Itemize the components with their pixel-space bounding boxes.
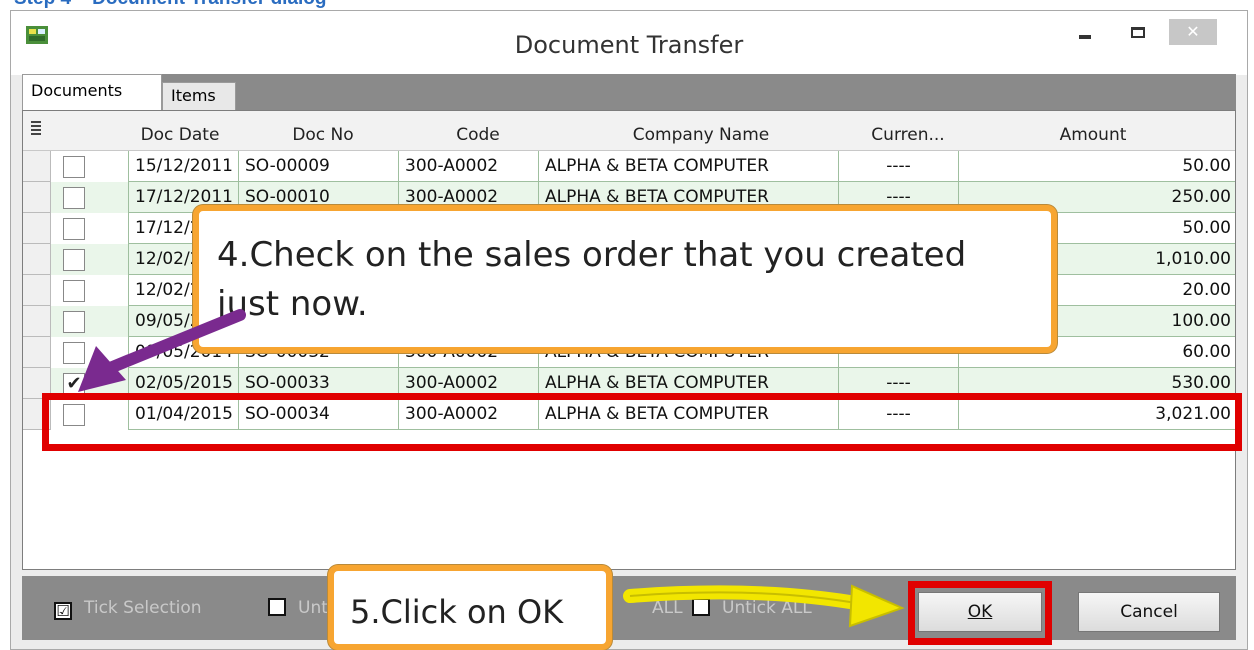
table-row[interactable]: ✔ 02/05/2015 SO-00033 300-A0002 ALPHA & BETA… (23, 368, 1235, 399)
callout-step-4: 4.Check on the sales order that you crea… (193, 205, 1057, 353)
ok-button[interactable]: OK (918, 592, 1042, 632)
cancel-button[interactable]: Cancel (1078, 592, 1220, 632)
page-heading: Step 4 – Document Transfer dialog (14, 0, 327, 10)
tick-selection-label: Tick Selection (84, 598, 202, 618)
title-bar: Document Transfer ✕ (11, 11, 1247, 75)
doc-no-cell: SO-00009 (238, 151, 398, 182)
cancel-label: Cancel (1120, 602, 1178, 622)
col-code[interactable]: Code (443, 125, 513, 145)
column-chooser-icon[interactable] (31, 121, 41, 137)
tick-all-label: ALL (652, 598, 683, 618)
row-selector[interactable] (23, 368, 51, 399)
tab-items[interactable]: Items (162, 82, 236, 110)
doc-no-cell: SO-00034 (238, 399, 398, 430)
row-checkbox[interactable] (63, 404, 85, 426)
company-name-cell: ALPHA & BETA COMPUTER (538, 399, 838, 430)
amount-cell: 3,021.00 (958, 399, 1235, 430)
close-button[interactable]: ✕ (1169, 19, 1217, 45)
row-checkbox[interactable] (63, 280, 85, 302)
table-row[interactable]: 01/04/2015 SO-00034 300-A0002 ALPHA & BETA … (23, 399, 1235, 430)
code-cell: 300-A0002 (398, 151, 538, 182)
row-checkbox[interactable] (63, 187, 85, 209)
minimize-icon (1079, 35, 1091, 39)
untick-all-option[interactable]: Untick ALL (692, 598, 812, 618)
code-cell: 300-A0002 (398, 368, 538, 399)
row-checkbox[interactable] (63, 218, 85, 240)
doc-no-cell: SO-00033 (238, 368, 398, 399)
row-checkbox[interactable] (63, 249, 85, 271)
code-cell: 300-A0002 (398, 399, 538, 430)
untick-all-checkbox-icon (692, 598, 710, 616)
row-selector[interactable] (23, 151, 51, 182)
row-checkbox[interactable] (63, 156, 85, 178)
amount-cell: 530.00 (958, 368, 1235, 399)
untick-all-label: Untick ALL (722, 598, 812, 618)
col-amount[interactable]: Amount (1053, 125, 1133, 145)
row-selector[interactable] (23, 182, 51, 213)
doc-date-cell: 02/05/2015 (128, 368, 238, 399)
amount-cell: 50.00 (958, 151, 1235, 182)
tab-bar: Documents Items (22, 74, 1236, 110)
callout-step-5: 5.Click on OK (328, 565, 612, 650)
doc-date-cell: 15/12/2011 (128, 151, 238, 182)
currency-cell: ---- (838, 151, 958, 182)
row-selector[interactable] (23, 244, 51, 275)
untick-selection-checkbox-icon (268, 598, 286, 616)
maximize-icon (1131, 26, 1145, 38)
row-selector[interactable] (23, 275, 51, 306)
close-icon: ✕ (1186, 24, 1200, 41)
maximize-button[interactable] (1124, 19, 1152, 45)
row-selector[interactable] (23, 337, 51, 368)
row-selector[interactable] (23, 399, 51, 430)
row-checkbox[interactable] (63, 342, 85, 364)
tick-selection-option[interactable]: ☑ Tick Selection (54, 598, 202, 620)
tick-all-option[interactable]: ALL (652, 598, 683, 618)
table-row[interactable]: 15/12/2011 SO-00009 300-A0002 ALPHA & BETA … (23, 151, 1235, 182)
doc-date-cell: 01/04/2015 (128, 399, 238, 430)
col-company-name[interactable]: Company Name (621, 125, 781, 145)
company-name-cell: ALPHA & BETA COMPUTER (538, 151, 838, 182)
bottom-bar: ☑Tick Selection Untick Selection ALL Unt… (22, 576, 1236, 640)
row-checkbox[interactable]: ✔ (63, 373, 85, 395)
ok-label: OK (967, 602, 993, 622)
tab-documents[interactable]: Documents (22, 74, 162, 110)
col-doc-date[interactable]: Doc Date (135, 125, 225, 145)
currency-cell: ---- (838, 399, 958, 430)
minimize-button[interactable] (1071, 19, 1099, 45)
tick-selection-checkbox-icon: ☑ (54, 602, 72, 620)
window-title: Document Transfer (514, 31, 744, 59)
col-currency[interactable]: Curren... (863, 125, 953, 145)
grid-header: Doc Date Doc No Code Company Name Curren… (23, 111, 1235, 151)
company-name-cell: ALPHA & BETA COMPUTER (538, 368, 838, 399)
row-selector[interactable] (23, 306, 51, 337)
currency-cell: ---- (838, 368, 958, 399)
row-checkbox[interactable] (63, 311, 85, 333)
page-heading-strip: Step 4 – Document Transfer dialog (0, 0, 1254, 10)
row-selector[interactable] (23, 213, 51, 244)
col-doc-no[interactable]: Doc No (283, 125, 363, 145)
